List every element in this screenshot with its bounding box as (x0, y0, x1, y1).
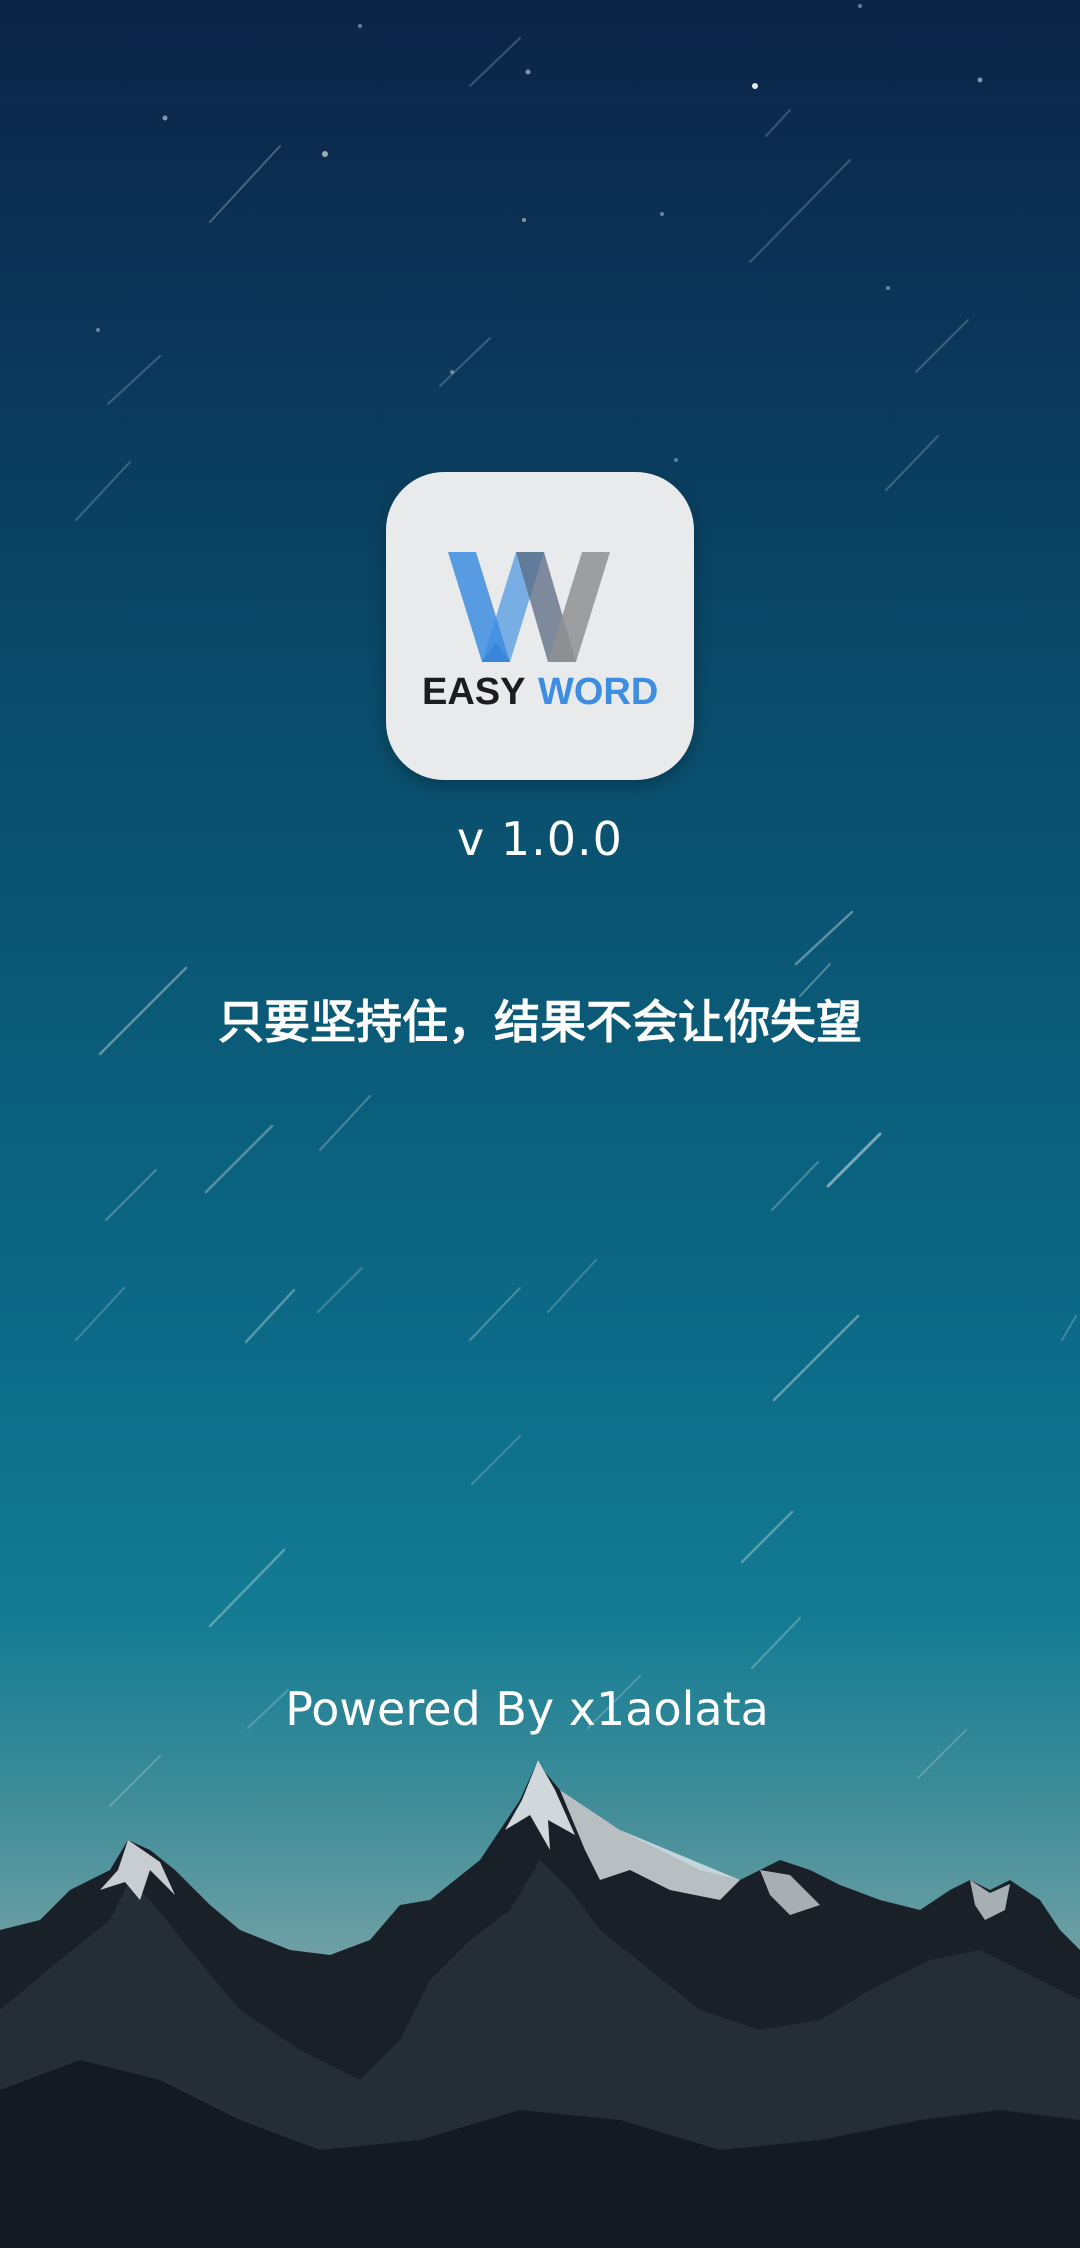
logo-text-word: WORD (538, 671, 658, 713)
powered-by-credit: Powered By x1aolata (285, 1682, 769, 1736)
splash-screen: EASY WORD v 1.0.0 只要坚持住，结果不会让你失望 Powered… (0, 0, 1080, 2248)
mountain-range-background (0, 1760, 1080, 2248)
easy-word-logo-icon: EASY WORD (422, 552, 658, 713)
logo-text-easy: EASY (422, 671, 525, 713)
app-logo-tile: EASY WORD (386, 472, 694, 780)
motivational-slogan: 只要坚持住，结果不会让你失望 (218, 995, 862, 1049)
app-version-label: v 1.0.0 (457, 812, 623, 866)
